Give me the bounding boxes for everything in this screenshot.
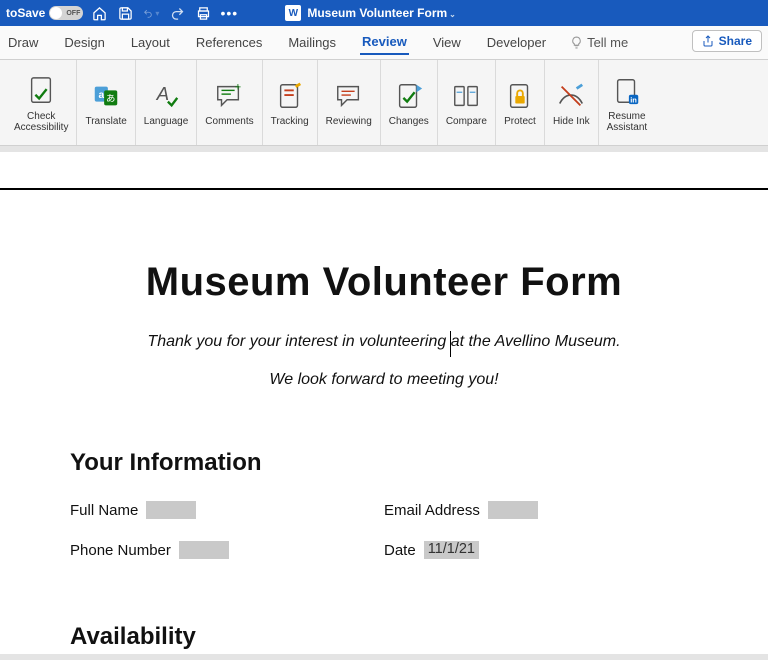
protect-label: Protect xyxy=(504,116,536,128)
language-icon: A xyxy=(150,79,182,113)
intro-line-2: We look forward to meeting you! xyxy=(70,371,698,389)
title-center: W Museum Volunteer Form⌄ xyxy=(245,5,762,21)
tab-review[interactable]: Review xyxy=(360,30,409,55)
translate-button[interactable]: aあ Translate xyxy=(77,60,135,145)
tracking-button[interactable]: Tracking xyxy=(263,60,318,145)
field-email: Email Address xyxy=(384,501,698,519)
tell-me-label: Tell me xyxy=(587,35,628,50)
hide-ink-button[interactable]: Hide Ink xyxy=(545,60,599,145)
changes-label: Changes xyxy=(389,116,429,128)
tab-developer[interactable]: Developer xyxy=(485,31,548,54)
svg-text:+: + xyxy=(235,82,242,94)
autosave-toggle[interactable]: OFF xyxy=(49,6,83,20)
ribbon-tabs: Draw Design Layout References Mailings R… xyxy=(0,26,768,60)
tab-references[interactable]: References xyxy=(194,31,264,54)
comments-label: Comments xyxy=(205,116,253,128)
lightbulb-icon xyxy=(570,36,583,49)
compare-button[interactable]: Compare xyxy=(438,60,496,145)
document-title-text: Museum Volunteer Form xyxy=(307,6,447,20)
document-page[interactable]: Museum Volunteer Form Thank you for your… xyxy=(0,190,768,654)
phone-input[interactable] xyxy=(179,541,229,559)
field-date: Date 11/1/21 xyxy=(384,541,698,559)
date-label: Date xyxy=(384,542,416,559)
resume-label: Resume Assistant xyxy=(607,111,648,134)
resume-assistant-button[interactable]: in Resume Assistant xyxy=(599,60,656,145)
document-area: Museum Volunteer Form Thank you for your… xyxy=(0,146,768,660)
svg-text:in: in xyxy=(630,95,637,104)
resume-icon: in xyxy=(611,74,643,108)
field-full-name: Full Name xyxy=(70,501,384,519)
word-app-icon: W xyxy=(285,5,301,21)
autosave-label: toSave xyxy=(6,6,45,20)
home-icon[interactable] xyxy=(91,5,107,21)
field-phone: Phone Number xyxy=(70,541,384,559)
accessibility-icon xyxy=(25,74,57,108)
reviewing-button[interactable]: Reviewing xyxy=(318,60,381,145)
document-title[interactable]: Museum Volunteer Form⌄ xyxy=(307,6,456,20)
tell-me-search[interactable]: Tell me xyxy=(570,35,628,50)
protect-button[interactable]: Protect xyxy=(496,60,545,145)
tab-layout[interactable]: Layout xyxy=(129,31,172,54)
date-input[interactable]: 11/1/21 xyxy=(424,541,479,559)
changes-icon xyxy=(393,79,425,113)
email-label: Email Address xyxy=(384,502,480,519)
redo-icon[interactable] xyxy=(169,5,185,21)
hide-ink-icon xyxy=(555,79,587,113)
compare-icon xyxy=(450,79,482,113)
page-title: Museum Volunteer Form xyxy=(70,260,698,305)
compare-label: Compare xyxy=(446,116,487,128)
reviewing-icon xyxy=(333,79,365,113)
tab-view[interactable]: View xyxy=(431,31,463,54)
more-icon[interactable]: ••• xyxy=(221,5,237,21)
language-button[interactable]: A Language xyxy=(136,60,198,145)
tab-design[interactable]: Design xyxy=(62,31,106,54)
ribbon: Check Accessibility aあ Translate A Langu… xyxy=(0,60,768,146)
translate-label: Translate xyxy=(85,116,126,128)
reviewing-label: Reviewing xyxy=(326,116,372,128)
email-input[interactable] xyxy=(488,501,538,519)
save-icon[interactable] xyxy=(117,5,133,21)
share-label: Share xyxy=(719,34,752,48)
tracking-icon xyxy=(274,79,306,113)
autosave-group: toSave OFF xyxy=(6,6,83,20)
titlebar: toSave OFF ▾ ••• W Museum Volunteer Form… xyxy=(0,0,768,26)
changes-button[interactable]: Changes xyxy=(381,60,438,145)
undo-icon[interactable]: ▾ xyxy=(143,5,159,21)
comments-button[interactable]: + Comments xyxy=(197,60,262,145)
quick-access-toolbar: ▾ ••• xyxy=(91,5,237,21)
share-icon xyxy=(702,35,714,47)
full-name-label: Full Name xyxy=(70,502,138,519)
chevron-down-icon: ⌄ xyxy=(449,10,456,19)
info-form-grid: Full Name Email Address Phone Number Dat… xyxy=(70,501,698,559)
full-name-input[interactable] xyxy=(146,501,196,519)
print-icon[interactable] xyxy=(195,5,211,21)
tab-draw[interactable]: Draw xyxy=(6,31,40,54)
svg-text:A: A xyxy=(156,83,170,104)
page-top-margin xyxy=(0,152,768,190)
language-label: Language xyxy=(144,116,189,128)
accessibility-label: Check Accessibility xyxy=(14,111,68,134)
check-accessibility-button[interactable]: Check Accessibility xyxy=(6,60,77,145)
comments-icon: + xyxy=(213,79,245,113)
svg-text:a: a xyxy=(99,90,105,101)
protect-icon xyxy=(504,79,536,113)
hide-ink-label: Hide Ink xyxy=(553,116,590,128)
intro-line-1: Thank you for your interest in volunteer… xyxy=(70,333,698,351)
tracking-label: Tracking xyxy=(271,116,309,128)
phone-label: Phone Number xyxy=(70,542,171,559)
share-button[interactable]: Share xyxy=(692,30,762,52)
autosave-toggle-text: OFF xyxy=(66,10,80,17)
svg-text:あ: あ xyxy=(106,94,115,104)
section-availability: Availability xyxy=(70,623,698,651)
translate-icon: aあ xyxy=(90,79,122,113)
section-your-information: Your Information xyxy=(70,449,698,477)
tab-mailings[interactable]: Mailings xyxy=(286,31,338,54)
